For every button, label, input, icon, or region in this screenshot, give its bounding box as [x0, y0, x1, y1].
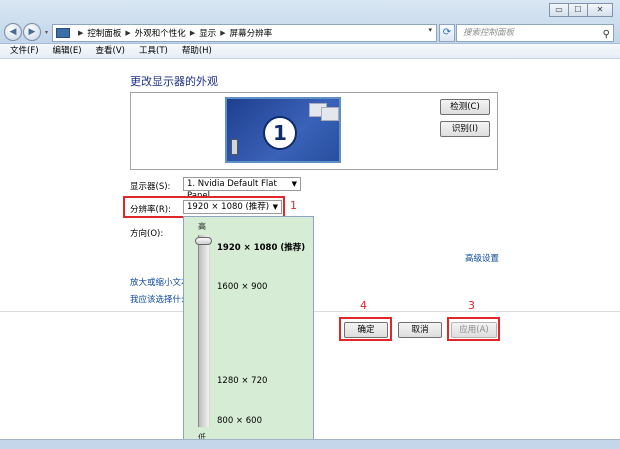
high-label: 高 — [198, 222, 206, 231]
search-input[interactable]: 搜索控制面板 ⚲ — [456, 24, 614, 42]
window-titlebar: ▭ ☐ ✕ ◀ ▶ ▾ ▶ 控制面板 ▶ 外观和个性化 ▶ 显示 ▶ 屏幕分辨率… — [0, 0, 620, 44]
monitor-1[interactable]: 1 — [225, 97, 341, 163]
advanced-settings-link[interactable]: 高级设置 — [465, 252, 499, 264]
chevron-down-icon: ▼ — [291, 180, 297, 188]
main-content: 更改显示器的外观 1 检测(C) 识别(I) 显示器(S): 1. Nvidia… — [0, 60, 620, 449]
recent-pages-dropdown[interactable]: ▾ — [45, 29, 48, 36]
text-size-link[interactable]: 放大或缩小文本 — [130, 276, 190, 288]
annotation-label-4: 4 — [360, 299, 367, 312]
menu-tools[interactable]: 工具(T) — [129, 44, 172, 58]
search-placeholder: 搜索控制面板 — [463, 28, 515, 38]
close-button[interactable]: ✕ — [587, 3, 613, 17]
minimize-button[interactable]: ▭ — [549, 3, 569, 17]
which-settings-link[interactable]: 我应该选择什么 — [130, 293, 190, 305]
control-panel-icon — [56, 28, 70, 38]
page-title: 更改显示器的外观 — [130, 75, 218, 88]
monitor-icon — [321, 107, 339, 121]
resolution-option[interactable]: 1280 × 720 — [217, 376, 267, 386]
address-bar[interactable]: ▶ 控制面板 ▶ 外观和个性化 ▶ 显示 ▶ 屏幕分辨率 ▾ — [52, 24, 437, 42]
menu-bar: 文件(F) 编辑(E) 查看(V) 工具(T) 帮助(H) — [0, 44, 620, 59]
computer-tower-icon — [231, 139, 238, 155]
breadcrumb-control-panel[interactable]: 控制面板 — [87, 27, 121, 39]
chevron-right-icon[interactable]: ▶ — [220, 29, 225, 37]
back-button[interactable]: ◀ — [4, 23, 22, 41]
annotation-box-4 — [339, 317, 392, 341]
menu-file[interactable]: 文件(F) — [0, 44, 43, 58]
menu-help[interactable]: 帮助(H) — [172, 44, 216, 58]
resolution-option[interactable]: 1600 × 900 — [217, 282, 267, 292]
forward-button[interactable]: ▶ — [23, 23, 41, 41]
cancel-button[interactable]: 取消 — [398, 322, 442, 338]
display-label: 显示器(S): — [130, 182, 171, 192]
caption-buttons: ▭ ☐ ✕ — [549, 3, 613, 17]
resolution-option[interactable]: 800 × 600 — [217, 416, 262, 426]
annotation-box-3 — [447, 317, 500, 341]
display-preview: 1 检测(C) 识别(I) — [130, 92, 498, 170]
breadcrumb-screen-resolution[interactable]: 屏幕分辨率 — [230, 27, 273, 39]
breadcrumb-display[interactable]: 显示 — [199, 27, 216, 39]
maximize-button[interactable]: ☐ — [568, 3, 588, 17]
chevron-right-icon[interactable]: ▶ — [125, 29, 130, 37]
chevron-right-icon[interactable]: ▶ — [78, 29, 83, 37]
identify-button[interactable]: 识别(I) — [440, 121, 490, 137]
annotation-label-1: 1 — [290, 199, 297, 212]
resolution-slider-track[interactable] — [198, 235, 210, 427]
detect-button[interactable]: 检测(C) — [440, 99, 490, 115]
taskbar-strip — [0, 439, 620, 449]
resolution-slider-thumb[interactable] — [195, 237, 212, 245]
resolution-option[interactable]: 1920 × 1080 (推荐) — [217, 241, 305, 253]
menu-edit[interactable]: 编辑(E) — [43, 44, 86, 58]
refresh-button[interactable]: ⟳ — [439, 24, 455, 42]
annotation-box-1 — [123, 196, 285, 218]
display-select[interactable]: 1. Nvidia Default Flat Panel ▼ — [183, 177, 301, 201]
breadcrumb-appearance[interactable]: 外观和个性化 — [135, 27, 186, 39]
address-dropdown-icon[interactable]: ▾ — [428, 26, 432, 34]
search-icon[interactable]: ⚲ — [603, 27, 610, 43]
menu-view[interactable]: 查看(V) — [86, 44, 129, 58]
monitor-number-badge: 1 — [263, 116, 297, 150]
annotation-label-3: 3 — [468, 299, 475, 312]
orientation-label: 方向(O): — [130, 229, 164, 239]
resolution-dropdown: 高 1920 × 1080 (推荐) 1600 × 900 1280 × 720… — [183, 216, 314, 449]
chevron-right-icon[interactable]: ▶ — [190, 29, 195, 37]
